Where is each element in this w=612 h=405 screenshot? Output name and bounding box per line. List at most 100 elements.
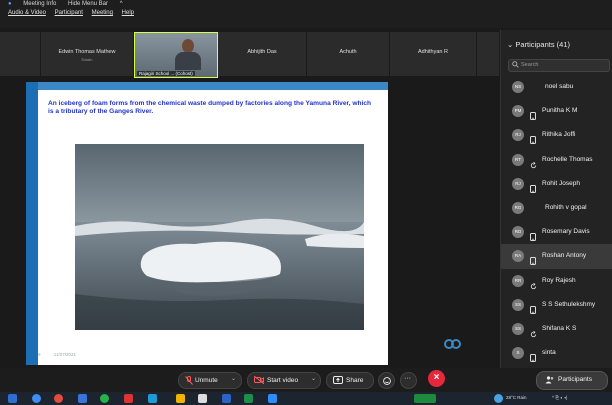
tile-name: Rajagiri School ... (Cohost) (137, 71, 195, 76)
avatar: RA (512, 250, 524, 263)
start-video-button[interactable]: Start video ⌄ (247, 372, 321, 389)
tile-subtitle: Edwin (81, 57, 93, 62)
menu-bar: Audio & Video Participant Meeting Help (8, 10, 141, 16)
participants-search-input[interactable]: Search (508, 59, 610, 72)
avatar: RJ (512, 177, 524, 190)
share-button[interactable]: Share (326, 372, 374, 389)
participant-name: Rohit Joseph (542, 179, 580, 187)
meeting-info-bar: ● Meeting Info Hide Menu Bar ^ (8, 1, 133, 7)
participant-row[interactable]: SS Shifana K S (501, 317, 612, 341)
slide-accent-bar (26, 82, 38, 365)
slide-footer: 9 11/07/2021 (38, 352, 88, 357)
participant-name: Rohith v gopal (545, 203, 587, 211)
avatar: SS (512, 322, 524, 335)
top-bar: ● Meeting Info Hide Menu Bar ^ Audio & V… (0, 0, 612, 28)
participants-button[interactable]: Participants (536, 371, 608, 390)
chevron-down-icon[interactable]: ⌄ (311, 375, 316, 382)
app-icon[interactable] (124, 394, 133, 403)
shared-screen-slide: An iceberg of foam forms from the chemic… (26, 82, 388, 365)
active-speaker-tile[interactable]: Rajagiri School ... (Cohost) (134, 32, 218, 78)
tile-name: Adhithyan R (418, 49, 448, 55)
shield-icon: ● (8, 1, 12, 7)
slide-header-band (38, 82, 388, 90)
participant-row[interactable]: RJ Rithika Joffi (501, 123, 612, 147)
video-tile[interactable]: Achuth (307, 32, 390, 76)
weather-icon[interactable] (494, 394, 503, 403)
start-icon[interactable] (8, 394, 17, 403)
app-logo-icon (444, 336, 462, 354)
video-tile[interactable]: Edwin Thomas Mathew Edwin (41, 32, 134, 76)
more-options-button[interactable]: ··· (400, 372, 417, 389)
zoom-icon[interactable] (268, 394, 277, 403)
browser-chrome-icon[interactable] (54, 394, 63, 403)
avatar: RD (512, 226, 524, 239)
participant-row[interactable]: RA Roshan Antony (501, 244, 612, 269)
hide-menu-bar-button[interactable]: Hide Menu Bar (68, 1, 108, 7)
settings-icon[interactable] (198, 394, 207, 403)
video-tile-partial[interactable] (477, 32, 500, 76)
meeting-controls: Unmute ⌄ Start video ⌄ Share ··· × Parti… (0, 368, 612, 392)
video-gallery: Edwin Thomas Mathew Edwin Rajagiri Schoo… (0, 32, 500, 78)
iceberg-foam-photo (75, 144, 364, 330)
participant-row[interactable]: NS noel sabu (501, 75, 612, 99)
participant-row[interactable]: Ssinta (501, 341, 612, 365)
menu-participant[interactable]: Participant (55, 10, 83, 16)
word-icon[interactable] (222, 394, 231, 403)
avatar: SS (512, 298, 524, 311)
participant-row[interactable]: SS S S Sethulekshmy (501, 293, 612, 317)
unmute-button[interactable]: Unmute ⌄ (178, 372, 242, 389)
search-placeholder: Search (521, 62, 539, 68)
chevron-up-icon[interactable]: ^ (120, 1, 123, 7)
avatar: RR (512, 274, 524, 287)
tray-icons[interactable]: ^ ⎘ ◐ ◂) (552, 395, 567, 400)
participants-panel: ⌄ Participants (41) Search NS noel sabu PM… (500, 30, 612, 368)
leave-meeting-button[interactable]: × (428, 370, 445, 387)
participant-row[interactable]: RR Roy Rajesh (501, 269, 612, 293)
share-screen-icon (333, 376, 343, 384)
meeting-info-link[interactable]: Meeting Info (23, 1, 56, 7)
participant-name: Rosemary Davis (542, 228, 590, 236)
search-icon (512, 61, 519, 68)
avatar: S (512, 347, 524, 360)
video-tile-partial[interactable] (0, 32, 41, 76)
slide-heading: An iceberg of foam forms from the chemic… (48, 100, 372, 115)
participant-row[interactable]: RJ Rohit Joseph (501, 172, 612, 196)
participants-panel-title[interactable]: ⌄ Participants (41) (507, 40, 570, 49)
participant-row[interactable]: RD Rosemary Davis (501, 220, 612, 244)
menu-meeting[interactable]: Meeting (92, 10, 113, 16)
browser-edge-icon[interactable] (32, 394, 41, 403)
speaker-video (175, 39, 201, 70)
participant-name: S S Sethulekshmy (542, 300, 596, 308)
tile-name: Edwin Thomas Mathew (58, 49, 116, 55)
avatar: PM (512, 105, 524, 118)
participant-name: Rithika Joffi (542, 131, 576, 139)
participant-name: Shifana K S (542, 324, 577, 332)
participant-name: Roshan Antony (542, 252, 587, 260)
participant-name: sinta (542, 349, 556, 357)
weather-text[interactable]: 28°C Rain (506, 395, 527, 400)
excel-icon[interactable] (244, 394, 253, 403)
file-explorer-icon[interactable] (176, 394, 185, 403)
mic-muted-icon (185, 376, 193, 385)
people-icon (545, 376, 554, 384)
participant-name: Punitha K M (542, 107, 578, 115)
running-app-icon[interactable] (414, 394, 436, 403)
chevron-down-icon[interactable]: ⌄ (231, 375, 236, 382)
whatsapp-icon[interactable] (100, 394, 109, 403)
participant-row[interactable]: RG Rohith v gopal (501, 196, 612, 220)
app-icon[interactable] (148, 394, 157, 403)
mail-icon[interactable] (78, 394, 87, 403)
avatar: RG (512, 201, 524, 214)
menu-audio-video[interactable]: Audio & Video (8, 10, 46, 16)
chevron-down-icon[interactable]: ⌄ (507, 40, 513, 49)
participant-name: noel sabu (545, 83, 574, 90)
menu-help[interactable]: Help (122, 10, 134, 16)
smiley-icon (382, 376, 391, 385)
participant-row[interactable]: PM Punitha K M (501, 99, 612, 123)
reactions-button[interactable] (378, 372, 395, 389)
participant-row[interactable]: RT Rochelle Thomas (501, 148, 612, 172)
video-tile[interactable]: Adhithyan R (390, 32, 477, 76)
phone-icon (530, 349, 536, 367)
video-tile[interactable]: Abhijith Das (218, 32, 307, 76)
participants-list: NS noel sabu PM Punitha K M RJ Rithika Joffi R… (501, 75, 612, 365)
